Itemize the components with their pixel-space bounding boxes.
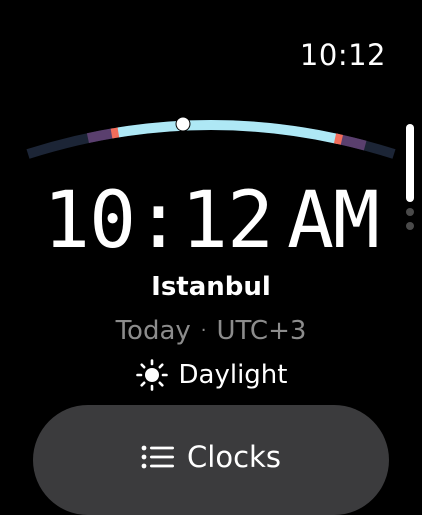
separator-dot: · bbox=[200, 320, 207, 341]
list-icon bbox=[141, 445, 175, 469]
time-value: 10:12 bbox=[43, 176, 274, 266]
utc-offset: UTC+3 bbox=[216, 316, 307, 346]
current-time-dot bbox=[175, 116, 191, 132]
day-offset-line: Today · UTC+3 bbox=[0, 316, 422, 346]
daylight-label: Daylight bbox=[178, 360, 288, 390]
clocks-button[interactable]: Clocks bbox=[33, 405, 389, 515]
time-period: AM bbox=[286, 176, 380, 266]
daylight-arc bbox=[26, 116, 396, 159]
status-bar-time: 10:12 bbox=[299, 38, 386, 72]
city-name: Istanbul bbox=[151, 272, 271, 302]
day-label: Today bbox=[115, 316, 191, 346]
sun-icon bbox=[135, 359, 168, 391]
clocks-button-label: Clocks bbox=[187, 440, 281, 474]
world-clock-time: 10:12 AM bbox=[0, 176, 422, 266]
daylight-status: Daylight bbox=[0, 358, 422, 392]
